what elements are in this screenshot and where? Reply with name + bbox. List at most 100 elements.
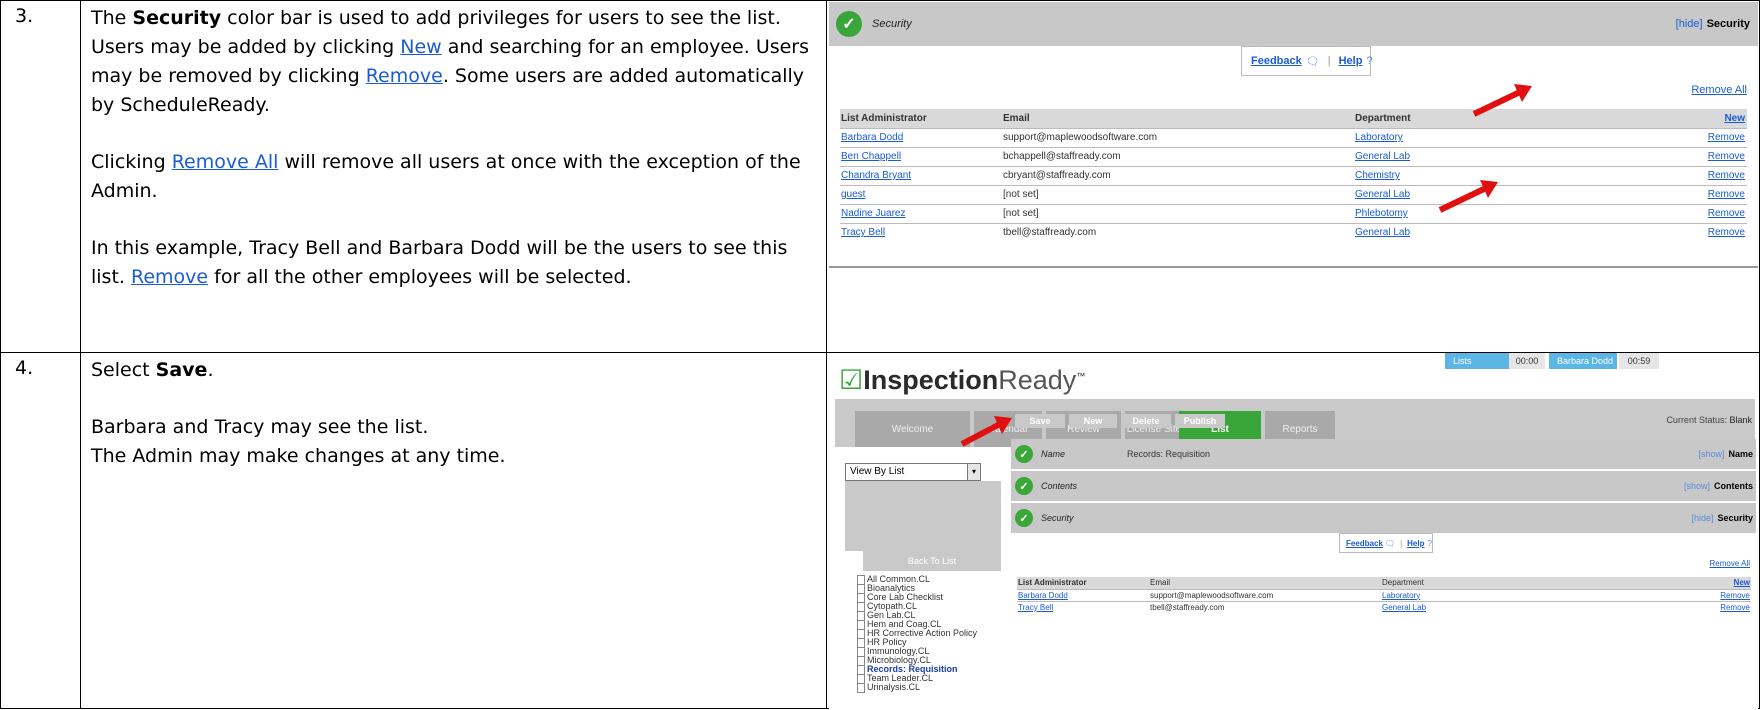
department-link[interactable]: General Lab [1355,189,1410,200]
remove-link[interactable]: Remove [131,266,208,288]
table-row: Barbara Dodd support@maplewoodsoftware.co… [840,127,1747,147]
remove-all-link[interactable]: Remove All [1710,559,1750,568]
check-icon: ✓ [836,11,862,37]
step-number: 4. [15,357,34,379]
remove-all-link[interactable]: Remove All [172,151,279,173]
department-link[interactable]: General Lab [1382,603,1426,612]
remove-link[interactable]: Remove [1720,591,1750,600]
name-bar[interactable]: ✓ Name Records: Requisition [show] Name [1011,439,1756,469]
remove-link[interactable]: Remove [366,65,443,87]
department-link[interactable]: General Lab [1355,227,1410,238]
status-label: Current Status: [1666,415,1727,425]
status-lists: Lists [1445,353,1511,369]
step-paragraph: In this example, Tracy Bell and Barbara … [91,234,816,292]
delete-button[interactable]: Delete [1121,414,1171,428]
remove-all-link[interactable]: Remove All [1691,84,1747,96]
bar-title: Name [1041,449,1066,459]
logo-text: Ready [998,365,1077,395]
email-cell: tbell@staffready.com [1149,600,1381,613]
help-link[interactable]: Help [1339,55,1363,67]
list-tree: All Common.CL Bioanalytics Core Lab Chec… [847,575,977,693]
security-bar[interactable]: ✓ Security [hide] Security [829,2,1758,46]
feedback-link[interactable]: Feedback [1346,539,1383,548]
save-button[interactable]: Save [1015,414,1065,428]
remove-link[interactable]: Remove [1708,151,1745,162]
status-time: 00:00 [1509,353,1545,369]
bar-right-label: Name [1728,449,1753,459]
select-value: View By List [850,466,905,477]
feedback-link[interactable]: Feedback [1251,55,1302,67]
step-paragraph: The Security color bar is used to add pr… [91,4,816,120]
hide-toggle[interactable]: [hide] [1691,513,1713,523]
contents-bar[interactable]: ✓ Contents [show] Contents [1011,471,1756,501]
user-name-link[interactable]: guest [841,189,865,200]
col-header: Email [1002,109,1354,128]
bar-right-label: Contents [1714,481,1753,491]
text: Select [91,359,156,381]
hide-toggle[interactable]: [hide] [1676,18,1703,30]
new-link[interactable]: New [1734,578,1750,587]
remove-link[interactable]: Remove [1708,227,1745,238]
security-panel-screenshot: ✓ Security [hide] Security Feedback 🗨 | H… [829,2,1758,272]
remove-link[interactable]: Remove [1708,189,1745,200]
help-question-icon: ? [1427,538,1432,548]
list-item[interactable]: Urinalysis.CL [847,683,977,693]
status-user: Barbara Dodd [1549,353,1617,369]
user-name-link[interactable]: Tracy Bell [841,227,885,238]
chevron-down-icon[interactable]: ▾ [967,464,980,480]
department-link[interactable]: Laboratory [1382,591,1420,600]
user-name-link[interactable]: Chandra Bryant [841,170,911,181]
department-link[interactable]: Chemistry [1355,170,1400,181]
trademark: ™ [1076,371,1086,381]
admin-table: List Administrator Email Department New … [840,109,1747,242]
step-text-cell: The Security color bar is used to add pr… [80,0,827,353]
tab-welcome[interactable]: Welcome [855,411,970,447]
user-name-link[interactable]: Ben Chappell [841,151,901,162]
new-button[interactable]: New [1069,414,1117,428]
back-to-list-button[interactable]: Back To List [863,551,1001,571]
admin-table: List Administrator Email Department New … [1017,577,1751,613]
email-cell: cbryant@staffready.com [1002,165,1354,185]
text: Barbara and Tracy may see the list. [91,416,429,438]
department-link[interactable]: Laboratory [1355,132,1403,143]
publish-button[interactable]: Publish [1175,414,1225,428]
table-row: Nadine Juarez [not set] Phlebotomy Remove [840,203,1747,223]
remove-link[interactable]: Remove [1708,208,1745,219]
show-toggle[interactable]: [show] [1684,481,1710,491]
bar-title: Security [1041,513,1074,523]
new-link[interactable]: New [400,36,441,58]
col-header: List Administrator [1017,577,1149,589]
app-logo: ☑InspectionReady™ [839,365,1085,396]
show-toggle[interactable]: [show] [1698,449,1724,459]
table-row: Tracy Bell tbell@staffready.com General La… [1017,600,1751,613]
remove-link[interactable]: Remove [1720,603,1750,612]
arrow-icon [1472,84,1532,117]
table-header: List Administrator Email Department New [840,109,1747,128]
status-time: 00:59 [1619,353,1659,369]
col-header: Department [1381,577,1523,589]
speech-bubble-icon: 🗨 [1305,55,1320,68]
bar-title: Contents [1041,481,1078,491]
view-by-select[interactable]: View By List ▾ [845,463,981,481]
speech-bubble-icon: 🗨 [1384,538,1396,548]
bold-term: Security [132,7,222,29]
remove-link[interactable]: Remove [1708,132,1745,143]
user-name-link[interactable]: Nadine Juarez [841,208,905,219]
department-link[interactable]: General Lab [1355,151,1410,162]
step-paragraph: Select Save. [91,356,816,385]
col-header: Email [1149,577,1381,589]
bar-value: Records: Requisition [1127,449,1211,459]
help-link[interactable]: Help [1407,539,1424,548]
user-name-link[interactable]: Barbara Dodd [1018,591,1068,600]
department-link[interactable]: Phlebotomy [1355,208,1408,219]
remove-link[interactable]: Remove [1708,170,1745,181]
separator: | [1400,538,1403,548]
user-name-link[interactable]: Barbara Dodd [841,132,903,143]
new-link[interactable]: New [1724,113,1745,124]
user-name-link[interactable]: Tracy Bell [1018,603,1053,612]
table-row: Tracy Bell tbell@staffready.com General La… [840,222,1747,242]
checkbox-logo-icon: ☑ [839,365,864,395]
table-header: List Administrator Email Department New [1017,577,1751,589]
arrow-icon [1438,180,1498,213]
security-bar[interactable]: ✓ Security [hide] Security [1011,503,1756,533]
